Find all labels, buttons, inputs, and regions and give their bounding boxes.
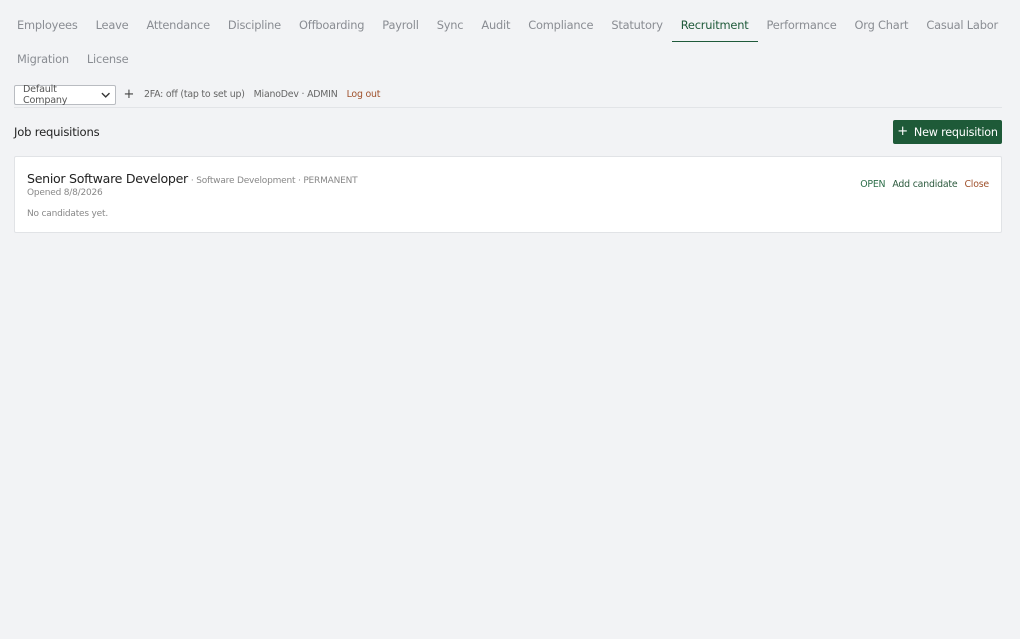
tab-performance[interactable]: Performance: [758, 8, 846, 42]
requisition-card: Senior Software Developer · Software Dev…: [14, 156, 1002, 233]
tab-sync[interactable]: Sync: [428, 8, 473, 42]
page-title: Job requisitions: [14, 125, 100, 139]
add-company-button[interactable]: +: [123, 86, 135, 102]
requisition-actions: OPEN Add candidate Close: [860, 179, 989, 190]
tab-payroll[interactable]: Payroll: [373, 8, 427, 42]
tab-compliance[interactable]: Compliance: [519, 8, 602, 42]
tab-license[interactable]: License: [78, 42, 138, 76]
new-requisition-button[interactable]: + New requisition: [893, 120, 1002, 144]
company-select-value: Default Company: [23, 83, 68, 106]
tab-statutory[interactable]: Statutory: [602, 8, 671, 42]
tab-discipline[interactable]: Discipline: [219, 8, 290, 42]
status-badge: OPEN: [860, 179, 886, 190]
plus-icon: +: [123, 86, 135, 102]
plus-icon: +: [897, 124, 908, 139]
chevron-down-icon: [101, 92, 110, 98]
close-requisition-link[interactable]: Close: [964, 179, 989, 190]
module-tabs: Employees Leave Attendance Discipline Offboa…: [8, 8, 1012, 76]
twofa-status-link[interactable]: 2FA: off (tap to set up): [144, 89, 245, 100]
tab-employees[interactable]: Employees: [8, 8, 87, 42]
tab-offboarding[interactable]: Offboarding: [290, 8, 373, 42]
requisition-title: Senior Software Developer: [27, 171, 188, 186]
tab-migration[interactable]: Migration: [8, 42, 78, 76]
tab-recruitment[interactable]: Recruitment: [671, 8, 758, 42]
tab-leave[interactable]: Leave: [87, 8, 138, 42]
requisition-opened-date: Opened 8/8/2026: [27, 188, 103, 198]
tab-casual-labor[interactable]: Casual Labor: [917, 8, 1007, 42]
add-candidate-link[interactable]: Add candidate: [892, 179, 957, 190]
user-role-label: MianoDev · ADMIN: [253, 89, 338, 100]
toolbar: Default Company + 2FA: off (tap to set u…: [14, 84, 1002, 108]
tab-org-chart[interactable]: Org Chart: [846, 8, 918, 42]
company-select[interactable]: Default Company: [14, 83, 116, 106]
tab-audit[interactable]: Audit: [472, 8, 519, 42]
section-header: Job requisitions + New requisition: [14, 120, 1002, 144]
requisition-subtitle: · Software Development · PERMANENT: [190, 176, 358, 186]
logout-link[interactable]: Log out: [347, 89, 381, 100]
new-requisition-label: New requisition: [913, 125, 998, 139]
candidates-empty-state: No candidates yet.: [27, 209, 108, 219]
tab-attendance[interactable]: Attendance: [137, 8, 218, 42]
requisition-header: Senior Software Developer · Software Dev…: [27, 171, 358, 186]
